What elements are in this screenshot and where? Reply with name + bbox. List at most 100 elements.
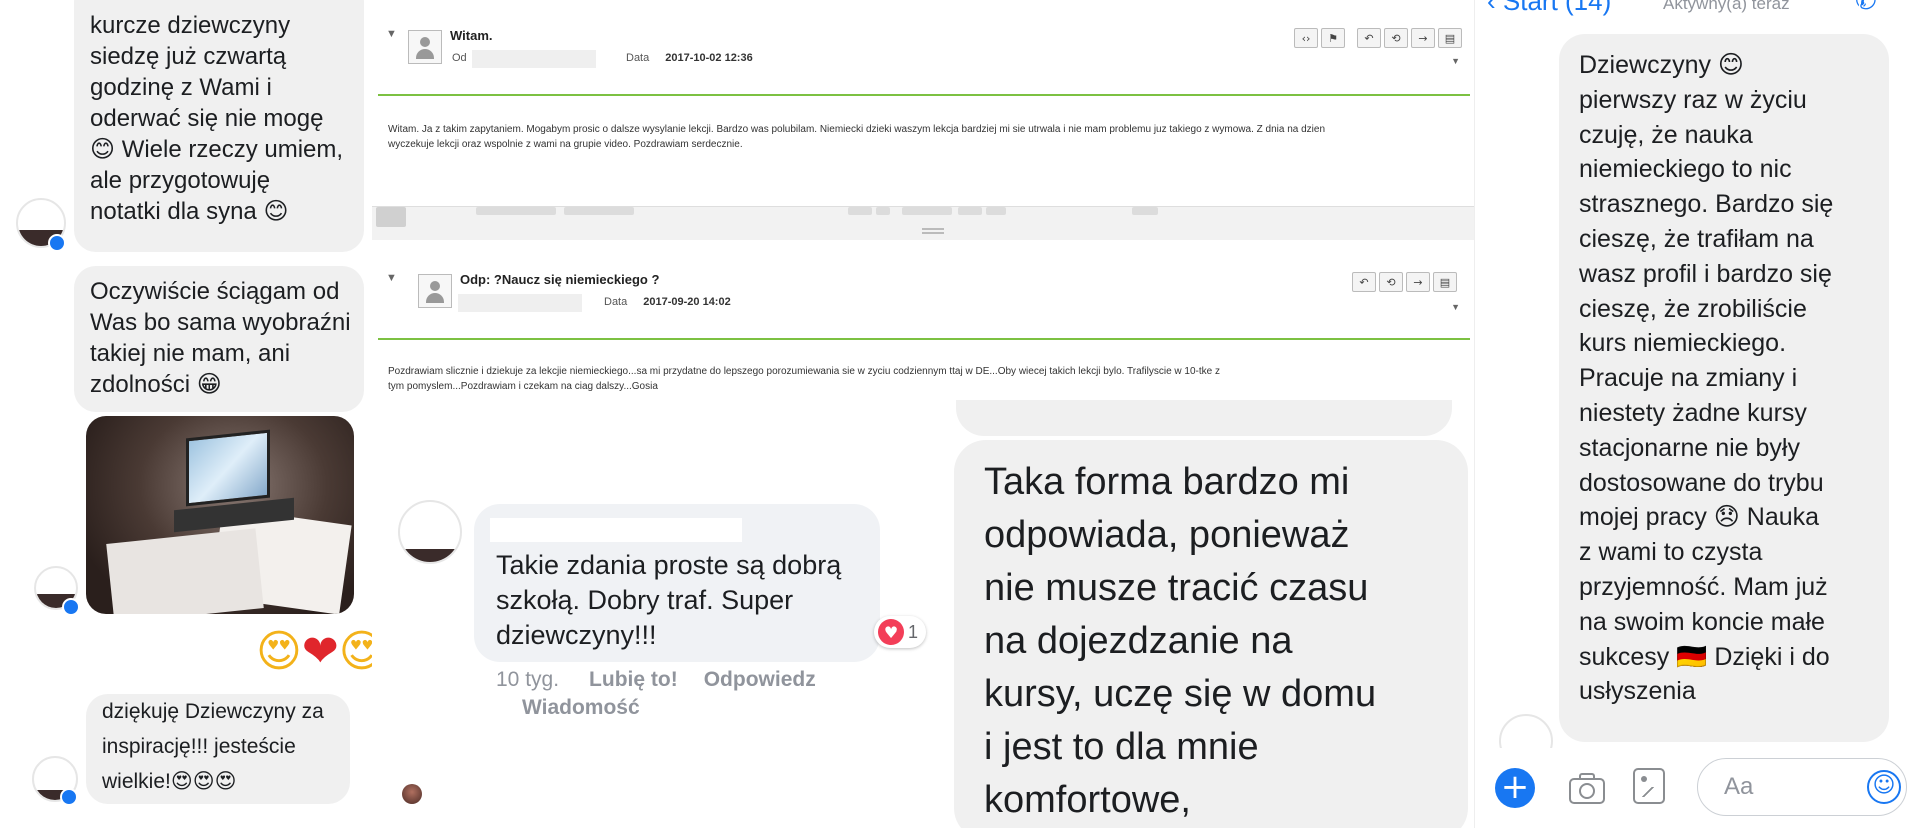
message-line: ale przygotowuję [90,167,271,194]
message-line: mojej pracy 😞 Nauka [1579,503,1820,532]
collapse-triangle-icon[interactable]: ▼ [386,272,397,284]
more-icon[interactable]: ▤ [1433,272,1457,292]
email-body-line: wyczekuje lekcji oraz wspolnie z wami na… [388,139,743,150]
message-line: dziękuję Dziewczyny za [102,700,324,723]
forward-icon[interactable]: → [1406,272,1430,292]
message-line: sukcesy 🇩🇪 Dzięki i do [1579,642,1830,671]
messenger-badge-icon [60,788,78,806]
reply-all-icon[interactable]: ⟲ [1379,272,1403,292]
email-date-label: Data [604,296,628,308]
message-line: na swoim koncie małe [1579,607,1825,636]
reply-icon[interactable]: ↶ [1357,28,1381,48]
email-date-label: Data [626,52,650,64]
emoji-reaction-row: 😍❤😍 [256,626,372,677]
source-icon[interactable]: ‹› [1294,28,1318,48]
flag-icon[interactable]: ⚑ [1321,28,1345,48]
redacted-sender [458,294,582,312]
message-line: wielkie!😍😍😍 [102,770,237,793]
message-line: dostosowane do trybu [1579,468,1824,497]
email-body: Witam. Ja z takim zapytaniem. Mogabym pr… [388,122,1463,152]
email-subject: Witam. [450,28,493,43]
message-line: wasz profil i bardzo się [1579,259,1832,288]
message-line: godzinę z Wami i [90,74,272,101]
left-messenger-screenshot: kurcze dziewczyny siedzę już czwartą god… [0,0,372,828]
avatar[interactable] [402,784,422,804]
comment-line: dziewczyny!!! [496,620,657,650]
message-line: kurcze dziewczyny [90,12,291,39]
message-line: nie musze tracić czasu [984,567,1369,609]
message-bubble: kurcze dziewczyny siedzę już czwartą god… [74,0,364,252]
message-bubble: Oczywiście ściągam od Was bo sama wyobra… [74,266,364,412]
message-line: stacjonarne nie były [1579,433,1800,462]
email-date-value: 2017-10-02 12:36 [665,52,753,64]
phone-icon[interactable]: ✆ [1855,0,1877,16]
message-line: Was bo sama wyobraźni [90,309,351,336]
message-line: cieszę, że trafiłam na [1579,224,1814,253]
pane-splitter-handle[interactable] [922,228,944,234]
message-line: notatki dla syna 😊 [90,198,289,225]
active-status: Aktywny(a) teraz [1663,0,1790,13]
message-line: kursy, uczę się w domu [984,673,1377,715]
heart-eyes-emoji: 😍 [338,626,372,677]
message-line: usłyszenia [1579,677,1696,706]
messenger-badge-icon [62,598,80,616]
message-bubble: Taka forma bardzo mi odpowiada, ponieważ… [954,440,1468,828]
plus-icon[interactable]: + [1495,768,1535,808]
more-icon[interactable]: ▤ [1438,28,1462,48]
redacted-sender [472,50,596,68]
commenter-avatar[interactable] [398,500,462,564]
message-line: i jest to dla mnie [984,726,1259,768]
sender-avatar-icon [418,274,452,308]
comment-line: szkołą. Dobry traf. Super [496,585,794,615]
message-line: przyjemność. Mam już [1579,572,1828,601]
message-bubble: dziękuję Dziewczyny za inspirację!!! jes… [86,694,350,804]
back-button[interactable]: ‹ Start (14) [1487,0,1611,17]
reply-icon[interactable]: ↶ [1352,272,1376,292]
heart-emoji: ❤ [301,626,339,677]
message-line: siedzę już czwartą [90,43,287,70]
shared-photo-laptop[interactable] [86,416,354,614]
divider [378,94,1470,96]
reply-all-icon[interactable]: ⟲ [1384,28,1408,48]
email-toolbar: ‹› ⚑ ↶ ⟲ → ▤ [1294,28,1462,48]
collapse-triangle-icon[interactable]: ▼ [386,28,397,40]
reaction-badge[interactable]: ♥ 1 [874,616,927,648]
image-icon[interactable] [1633,768,1665,804]
message-line: na dojezdzanie na [984,620,1293,662]
heart-eyes-emoji: 😍 [256,626,302,677]
comment-actions: 10 tyg. Lubię to! Odpowiedz Wiadomość [496,666,842,722]
message-link[interactable]: Wiadomość [522,696,640,719]
message-line: pierwszy raz w życiu [1579,85,1807,114]
message-line: strasznego. Bardzo się [1579,190,1834,219]
center-screenshots: ▼ Witam. Od Data 2017-10-02 12:36 ‹› ⚑ ↶ … [372,0,1474,828]
reply-link[interactable]: Odpowiedz [704,668,816,691]
emoji-icon[interactable]: ☺ [1867,770,1901,804]
message-bubble: Dziewczyny 😊 pierwszy raz w życiu czuję,… [1559,34,1889,742]
message-line: komfortowe, [984,779,1191,821]
message-line: zdolności 😁 [90,371,222,398]
message-line: czuję, że nauka [1579,120,1753,149]
chevron-left-icon: ‹ [1487,0,1503,16]
email-body: Pozdrawiam slicznie i dziekuje za lekcji… [388,364,1463,394]
message-line: 😊 Wiele rzeczy umiem, [90,136,344,163]
email-date-value: 2017-09-20 14:02 [643,296,731,308]
message-bubble-fragment [956,400,1452,436]
message-line: takiej nie mam, ani [90,340,291,367]
composer-bar: + Aa ☺ [1475,748,1920,828]
like-link[interactable]: Lubię to! [589,668,678,691]
email-message: ▼ Odp: ?Naucz się niemieckiego ? Data 201… [372,240,1474,412]
right-messenger-screenshot: ‹ Start (14) Aktywny(a) teraz ✆ Dziewczy… [1474,0,1920,828]
chevron-down-icon[interactable]: ▼ [1451,56,1460,66]
messenger-badge-icon [48,234,66,252]
redacted-commenter-name [490,518,742,542]
email-date-row: Data 2017-09-20 14:02 [604,296,731,308]
email-message: ▼ Witam. Od Data 2017-10-02 12:36 ‹› ⚑ ↶ … [372,0,1474,240]
comment-line: Takie zdania proste są dobrą [496,550,842,580]
forward-icon[interactable]: → [1411,28,1435,48]
sender-avatar-icon [408,30,442,64]
camera-icon[interactable] [1567,770,1607,804]
message-line: niemieckiego to nic [1579,155,1792,184]
message-line: kurs niemieckiego. [1579,329,1787,358]
chevron-down-icon[interactable]: ▼ [1451,302,1460,312]
email-date-row: Data 2017-10-02 12:36 [626,52,753,64]
